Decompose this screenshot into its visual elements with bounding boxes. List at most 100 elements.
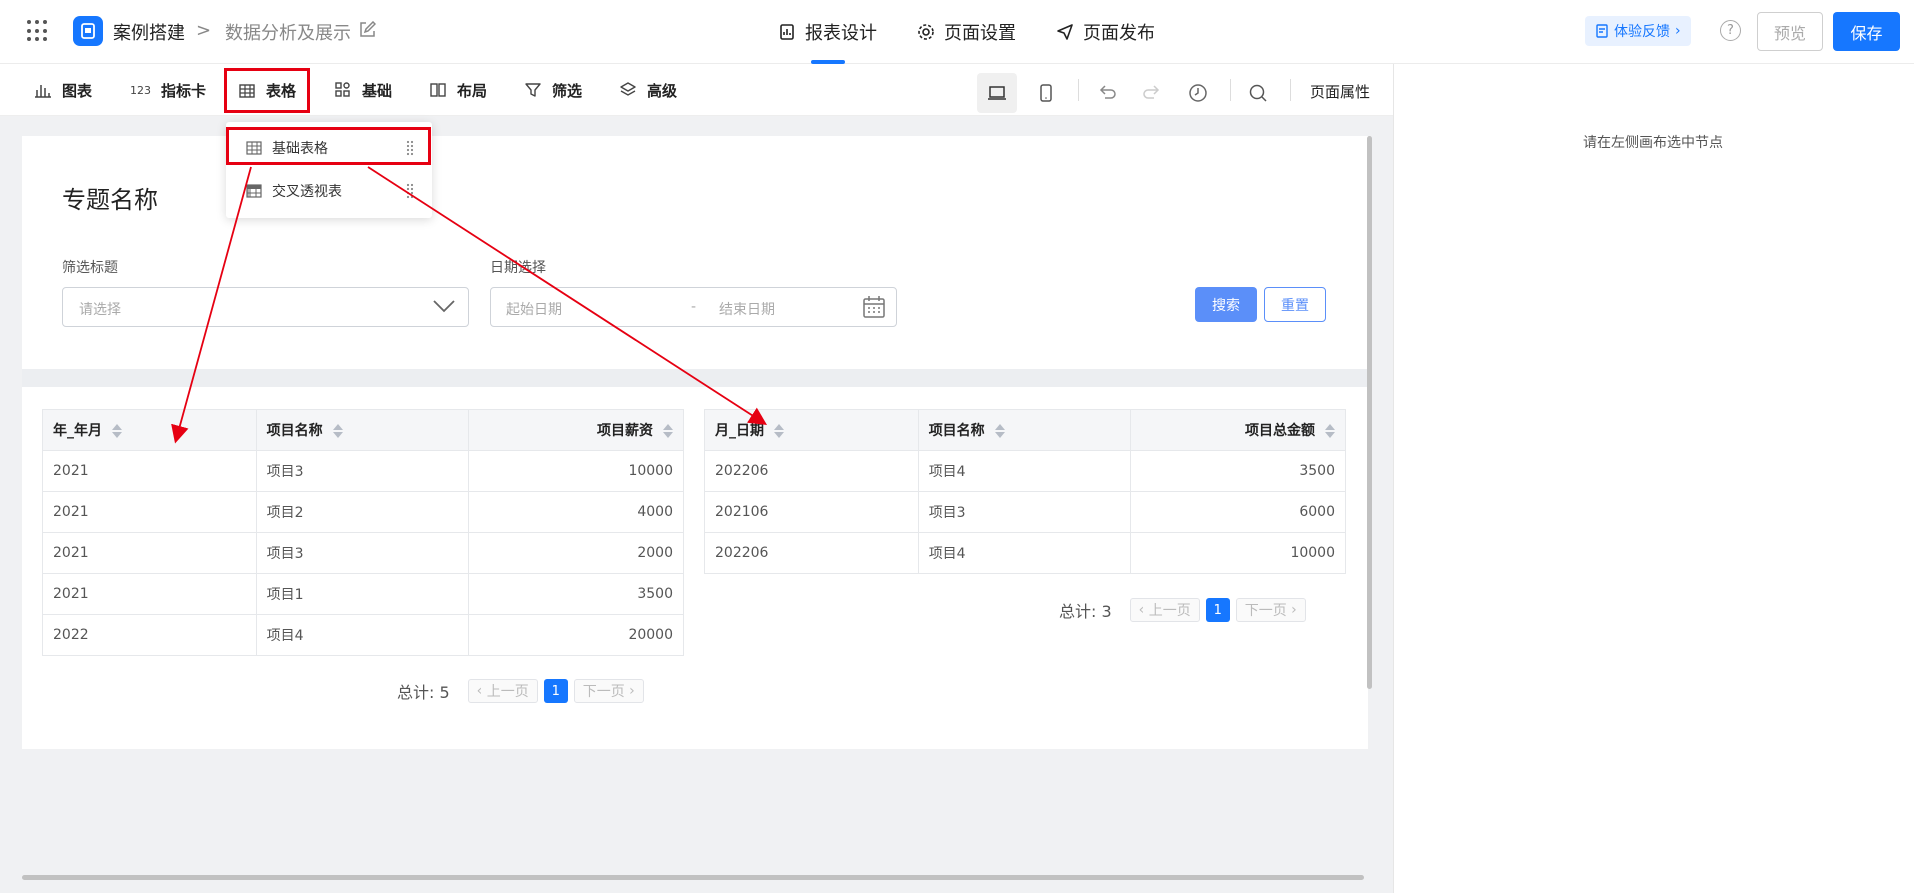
preview-button[interactable]: 预览 [1757, 12, 1823, 51]
sort-icon[interactable] [112, 423, 122, 439]
filter-card[interactable] [22, 136, 1368, 369]
table-cell: 项目4 [917, 450, 1132, 492]
chevron-right-icon: › [1675, 23, 1681, 39]
end-date-placeholder[interactable]: 结束日期 [719, 299, 775, 319]
toolbar-filter[interactable]: 筛选 [524, 64, 582, 116]
total-count: 总计: 3 [1059, 602, 1112, 621]
toolbar-label: 高级 [647, 81, 678, 100]
topic-title[interactable]: 专题名称 [62, 180, 158, 215]
vertical-scrollbar[interactable] [1367, 136, 1372, 689]
toolbar-basic[interactable]: 基础 [334, 64, 392, 116]
toolbar-chart[interactable]: 图表 [34, 64, 92, 116]
sort-icon[interactable] [994, 423, 1005, 439]
table-cell: 项目4 [917, 532, 1132, 574]
desktop-view-button[interactable] [977, 73, 1017, 113]
header-label: 项目名称 [928, 423, 985, 439]
next-page-button[interactable]: 下一页 › [573, 679, 644, 703]
app-name[interactable]: 案例搭建 [113, 19, 185, 45]
table-row: 202206 项目4 3500 [704, 450, 1346, 492]
prev-page-button[interactable]: ‹ 上一页 [467, 679, 538, 703]
tab-page-settings[interactable]: 页面设置 [917, 0, 1016, 64]
main-tabs: 报表设计 页面设置 页面发布 [778, 0, 1155, 64]
table-row: 2021 项目2 4000 [42, 491, 684, 533]
toolbar-label: 表格 [266, 82, 297, 100]
toolbar-label: 筛选 [552, 81, 583, 100]
tab-report-design[interactable]: 报表设计 [778, 0, 877, 64]
header-label: 项目薪资 [597, 423, 653, 439]
column-header[interactable]: 项目薪资 [468, 409, 684, 451]
feedback-button[interactable]: 体验反馈 › [1585, 16, 1691, 46]
dropdown-item-pivot-table[interactable]: 交叉透视表 [226, 171, 432, 211]
toolbar-kpi-card[interactable]: 123 指标卡 [130, 64, 206, 116]
table-cell: 2000 [468, 532, 684, 574]
annotation-highlight-box [226, 127, 431, 165]
table-cell: 202206 [704, 532, 919, 574]
filter-title-label: 筛选标题 [62, 260, 118, 276]
table-icon [239, 83, 255, 98]
calendar-icon[interactable] [861, 294, 887, 320]
table-cell: 202206 [704, 450, 919, 492]
sort-icon[interactable] [663, 423, 673, 439]
table-cell: 2021 [42, 491, 257, 533]
tab-page-publish[interactable]: 页面发布 [1056, 0, 1155, 64]
apps-grid-icon[interactable] [27, 20, 49, 42]
bar-chart-icon [35, 85, 51, 98]
column-header[interactable]: 月_日期 [704, 409, 919, 451]
horizontal-scrollbar[interactable] [22, 875, 1364, 880]
sort-icon[interactable] [332, 423, 343, 439]
column-header[interactable]: 年_年月 [42, 409, 257, 451]
table-row: 2021 项目1 3500 [42, 573, 684, 615]
clock-icon [1189, 84, 1207, 102]
basic-table-2[interactable]: 月_日期 项目名称 项目总金额 202206 项目4 3500 202106 项目3 6… [704, 409, 1346, 574]
column-header[interactable]: 项目名称 [255, 409, 470, 451]
feedback-icon [1596, 24, 1608, 38]
mobile-view-button[interactable] [1026, 73, 1066, 113]
next-page-button[interactable]: 下一页 › [1235, 598, 1306, 622]
toolbar-label: 图表 [62, 81, 93, 100]
table-row: 202106 项目3 6000 [704, 491, 1346, 533]
dropdown-item-label: 交叉透视表 [272, 184, 342, 200]
filter-select[interactable]: 请选择 [62, 287, 469, 327]
toolbar-advanced[interactable]: 高级 [619, 64, 677, 116]
table-cell: 4000 [468, 491, 684, 533]
table-cell: 项目2 [255, 491, 470, 533]
reset-button[interactable]: 重置 [1264, 287, 1326, 322]
search-button[interactable]: 搜索 [1195, 287, 1257, 322]
select-placeholder: 请选择 [79, 302, 121, 318]
table-row: 2021 项目3 10000 [42, 450, 684, 492]
filter-icon [525, 83, 541, 97]
edit-icon[interactable] [358, 21, 376, 39]
search-button[interactable] [1238, 73, 1278, 113]
table-cell: 10000 [1130, 532, 1346, 574]
redo-button[interactable] [1131, 73, 1171, 113]
column-header[interactable]: 项目总金额 [1130, 409, 1346, 451]
toolbar-layout[interactable]: 布局 [429, 64, 487, 116]
table-cell: 项目4 [255, 614, 470, 656]
help-icon[interactable]: ? [1720, 20, 1741, 41]
prev-page-button[interactable]: ‹ 上一页 [1129, 598, 1200, 622]
page-number[interactable]: 1 [543, 679, 568, 703]
page-number[interactable]: 1 [1205, 598, 1230, 622]
tab-label: 页面发布 [1083, 23, 1155, 44]
report-icon [780, 24, 794, 40]
undo-button[interactable] [1088, 73, 1128, 113]
chevron-right-icon: › [1286, 602, 1297, 618]
canvas-gap [22, 369, 1368, 387]
page-properties-button[interactable]: 页面属性 [1310, 81, 1370, 102]
table-cell: 2021 [42, 450, 257, 492]
drag-handle-icon[interactable] [406, 183, 414, 199]
grid-icon [335, 82, 350, 97]
basic-table-1[interactable]: 年_年月 项目名称 项目薪资 2021 项目3 10000 2021 项目2 4000 … [42, 409, 684, 656]
properties-panel: 请在左侧画布选中节点 [1393, 64, 1914, 893]
pagination-1: 总计: 5 ‹ 上一页 1 下一页 › [397, 679, 644, 703]
column-header[interactable]: 项目名称 [917, 409, 1132, 451]
history-button[interactable] [1178, 73, 1218, 113]
sort-icon[interactable] [774, 423, 784, 439]
start-date-placeholder[interactable]: 起始日期 [506, 299, 562, 319]
save-button[interactable]: 保存 [1833, 12, 1900, 51]
header-label: 月_日期 [715, 423, 764, 439]
toolbar-table[interactable]: 表格 [224, 68, 311, 113]
date-range-picker[interactable]: 起始日期 - 结束日期 [490, 287, 897, 327]
chevron-left-icon: ‹ [476, 683, 487, 699]
sort-icon[interactable] [1325, 423, 1335, 439]
